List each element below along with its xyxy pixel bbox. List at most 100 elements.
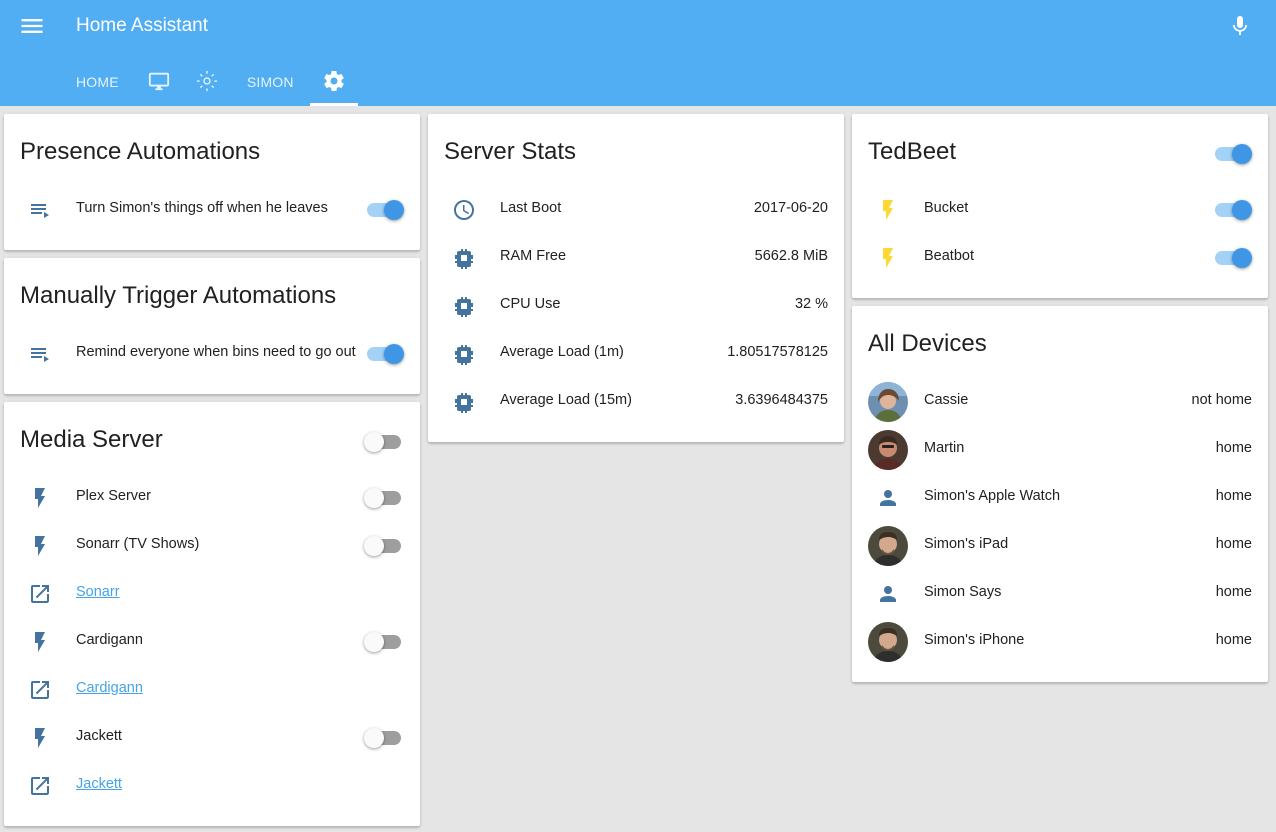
avatar: [868, 622, 908, 662]
sensor-row[interactable]: Last Boot 2017-06-20: [428, 186, 844, 234]
device-state: not home: [1191, 392, 1252, 408]
avatar: [868, 526, 908, 566]
device-row[interactable]: Simon's iPhone home: [852, 618, 1268, 666]
switch-label: Sonarr (TV Shows): [76, 536, 200, 552]
tab-brightness[interactable]: [183, 58, 231, 106]
switch-row: Beatbot: [852, 234, 1268, 282]
microphone-icon[interactable]: [1228, 12, 1252, 40]
avatar: [868, 382, 908, 422]
sensor-row[interactable]: RAM Free 5662.8 MiB: [428, 234, 844, 282]
chip-icon: [452, 294, 476, 318]
tedbeet-card: TedBeet Bucket Beatbot: [852, 114, 1268, 298]
automation-toggle[interactable]: [364, 342, 404, 366]
flash-icon: [28, 726, 52, 750]
link-row: Sonarr: [4, 570, 420, 618]
link-row: Cardigann: [4, 666, 420, 714]
device-state: home: [1215, 440, 1252, 456]
automation-label: Remind everyone when bins need to go out: [76, 344, 356, 360]
switch-row: Sonarr (TV Shows): [4, 522, 420, 570]
switch-label: Bucket: [924, 200, 969, 216]
flash-icon: [876, 198, 900, 222]
flash-icon: [876, 246, 900, 270]
weblink[interactable]: Sonarr: [76, 584, 120, 600]
card-title: Presence Automations: [20, 138, 261, 165]
switch-toggle[interactable]: [364, 630, 404, 654]
group-toggle[interactable]: [1212, 142, 1252, 166]
switch-toggle[interactable]: [1212, 198, 1252, 222]
clock-icon: [452, 198, 476, 222]
switch-label: Beatbot: [924, 248, 974, 264]
app-header: Home Assistant HOME SIMON: [0, 0, 1276, 106]
sensor-value: 5662.8 MiB: [754, 248, 828, 264]
group-toggle[interactable]: [364, 430, 404, 454]
switch-label: Jackett: [76, 728, 122, 744]
sensor-label: RAM Free: [500, 248, 567, 264]
device-label: Cassie: [924, 392, 969, 408]
device-label: Simon's iPad: [924, 536, 1009, 552]
device-state: home: [1215, 632, 1252, 648]
chip-icon: [452, 342, 476, 366]
card-title: TedBeet: [868, 138, 957, 165]
switch-row: Cardigann: [4, 618, 420, 666]
flash-icon: [28, 630, 52, 654]
tab-home[interactable]: HOME: [60, 58, 135, 106]
switch-toggle[interactable]: [1212, 246, 1252, 270]
card-title: All Devices: [868, 330, 987, 357]
sensor-value: 1.80517578125: [727, 344, 828, 360]
automation-row: Turn Simon's things off when he leaves: [4, 186, 420, 234]
weblink[interactable]: Jackett: [76, 776, 122, 792]
sensor-label: CPU Use: [500, 296, 561, 312]
playlist-play-icon: [28, 198, 52, 222]
device-state: home: [1215, 488, 1252, 504]
device-row[interactable]: Simon's iPad home: [852, 522, 1268, 570]
device-state: home: [1215, 536, 1252, 552]
tab-monitor[interactable]: [135, 58, 183, 106]
sensor-row[interactable]: Average Load (15m) 3.6396484375: [428, 378, 844, 426]
device-label: Martin: [924, 440, 965, 456]
device-state: home: [1215, 584, 1252, 600]
flash-icon: [28, 486, 52, 510]
server-stats-card: Server Stats Last Boot 2017-06-20 RAM Fr…: [428, 114, 844, 442]
account-icon: [876, 582, 900, 606]
device-label: Simon's iPhone: [924, 632, 1025, 648]
device-row[interactable]: Simon Says home: [852, 570, 1268, 618]
tab-simon-label: SIMON: [246, 74, 294, 90]
automation-row: Remind everyone when bins need to go out: [4, 330, 420, 378]
automation-label: Turn Simon's things off when he leaves: [76, 200, 328, 216]
device-row[interactable]: Simon's Apple Watch home: [852, 474, 1268, 522]
tab-home-label: HOME: [76, 74, 119, 90]
playlist-play-icon: [28, 342, 52, 366]
weblink[interactable]: Cardigann: [76, 680, 143, 696]
sensor-label: Average Load (15m): [500, 392, 632, 408]
chip-icon: [452, 246, 476, 270]
brightness-icon: [196, 70, 218, 95]
menu-icon[interactable]: [18, 12, 46, 40]
card-title: Media Server: [20, 426, 163, 453]
sensor-label: Last Boot: [500, 200, 562, 216]
switch-row: Jackett: [4, 714, 420, 762]
tab-settings[interactable]: [309, 58, 358, 106]
open-in-new-icon: [28, 774, 52, 798]
sensor-row[interactable]: CPU Use 32 %: [428, 282, 844, 330]
account-icon: [876, 486, 900, 510]
device-row[interactable]: Cassie not home: [852, 378, 1268, 426]
avatar: [868, 430, 908, 470]
sensor-value: 3.6396484375: [735, 392, 828, 408]
switch-row: Bucket: [852, 186, 1268, 234]
sensor-value: 2017-06-20: [753, 200, 828, 216]
switch-toggle[interactable]: [364, 534, 404, 558]
card-title: Manually Trigger Automations: [20, 282, 337, 309]
switch-toggle[interactable]: [364, 486, 404, 510]
device-row[interactable]: Martin home: [852, 426, 1268, 474]
open-in-new-icon: [28, 582, 52, 606]
automation-toggle[interactable]: [364, 198, 404, 222]
flash-icon: [28, 534, 52, 558]
switch-row: Plex Server: [4, 474, 420, 522]
device-label: Simon's Apple Watch: [924, 488, 1061, 504]
all-devices-card: All Devices Cassie not home Martin home …: [852, 306, 1268, 682]
sensor-row[interactable]: Average Load (1m) 1.80517578125: [428, 330, 844, 378]
device-label: Simon Says: [924, 584, 1002, 600]
switch-toggle[interactable]: [364, 726, 404, 750]
tab-simon[interactable]: SIMON: [231, 58, 310, 106]
media-server-card: Media Server Plex Server Sonarr (TV Show…: [4, 402, 420, 826]
